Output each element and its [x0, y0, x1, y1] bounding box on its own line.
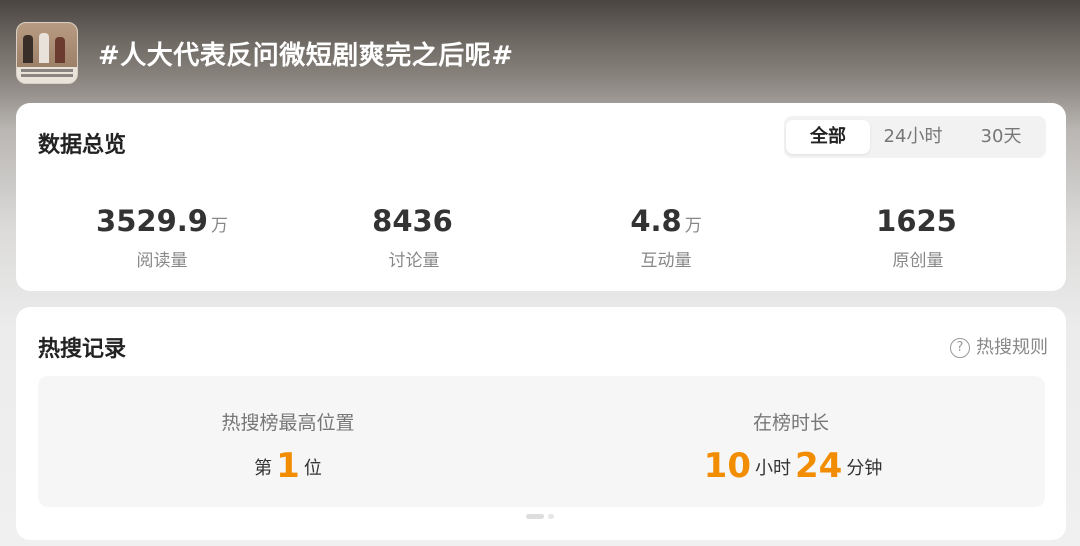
stat-value: 8436 [372, 204, 453, 238]
stat-interactions: 4.8 万 互动量 [566, 203, 766, 271]
rules-label: 热搜规则 [976, 337, 1048, 358]
stat-discussions: 8436 讨论量 [314, 203, 514, 271]
stat-unit: 万 [210, 216, 228, 236]
stat-label: 讨论量 [388, 251, 440, 271]
time-range-tabs: 全部 24小时 30天 [784, 116, 1046, 158]
tab-all[interactable]: 全部 [786, 120, 870, 154]
topic-header: #人大代表反问微短剧爽完之后呢# [0, 0, 1080, 100]
hot-search-record-card: 热搜记录 ? 热搜规则 热搜榜最高位置 第1位 在榜时长 10 小时 24 分钟 [16, 307, 1066, 540]
overview-title: 数据总览 [38, 133, 127, 158]
stat-value: 3529.9 [96, 204, 208, 238]
thumbnail-figure [55, 37, 65, 63]
stat-label: 阅读量 [136, 251, 188, 271]
duration-minutes: 24 [795, 446, 843, 486]
on-list-duration: 在榜时长 10 小时 24 分钟 [541, 376, 1041, 507]
stat-value: 4.8 [630, 204, 682, 238]
minutes-unit: 分钟 [846, 458, 883, 479]
topic-title: #人大代表反问微短剧爽完之后呢# [98, 41, 514, 71]
tab-30d[interactable]: 30天 [960, 120, 1042, 154]
record-summary-panel: 热搜榜最高位置 第1位 在榜时长 10 小时 24 分钟 [38, 376, 1045, 507]
stat-value-row: 4.8 万 [566, 203, 766, 244]
peak-prefix: 第 [254, 458, 273, 479]
peak-value: 第1位 [38, 446, 538, 486]
stat-value-row: 1625 [818, 203, 1018, 244]
record-title: 热搜记录 [38, 337, 127, 362]
thumbnail-caption [21, 69, 73, 72]
peak-position: 热搜榜最高位置 第1位 [38, 376, 538, 507]
topic-thumbnail[interactable] [16, 22, 78, 84]
duration-hours: 10 [703, 446, 751, 486]
hours-unit: 小时 [755, 458, 791, 479]
thumbnail-figure [39, 33, 49, 63]
data-overview-card: 数据总览 全部 24小时 30天 3529.9 万 阅读量 8436 讨论量 4.… [16, 103, 1066, 291]
thumbnail-figure [23, 35, 33, 63]
stat-value-row: 3529.9 万 [62, 203, 262, 244]
stat-label: 原创量 [892, 251, 944, 271]
stat-reads: 3529.9 万 阅读量 [62, 203, 262, 271]
stat-value: 1625 [876, 204, 957, 238]
question-circle-icon: ? [950, 338, 970, 358]
stat-originals: 1625 原创量 [818, 203, 1018, 271]
page-dot-active[interactable] [526, 514, 544, 519]
stat-unit: 万 [684, 216, 702, 236]
tab-24h[interactable]: 24小时 [874, 120, 952, 154]
hot-search-rules-link[interactable]: ? 热搜规则 [950, 333, 1048, 359]
duration-label: 在榜时长 [752, 412, 829, 434]
peak-suffix: 位 [303, 458, 322, 479]
peak-rank: 1 [276, 446, 300, 486]
stat-value-row: 8436 [314, 203, 514, 244]
peak-label: 热搜榜最高位置 [221, 412, 355, 434]
page-dot[interactable] [548, 514, 554, 519]
duration-value: 10 小时 24 分钟 [541, 446, 1041, 486]
stat-label: 互动量 [640, 251, 692, 271]
